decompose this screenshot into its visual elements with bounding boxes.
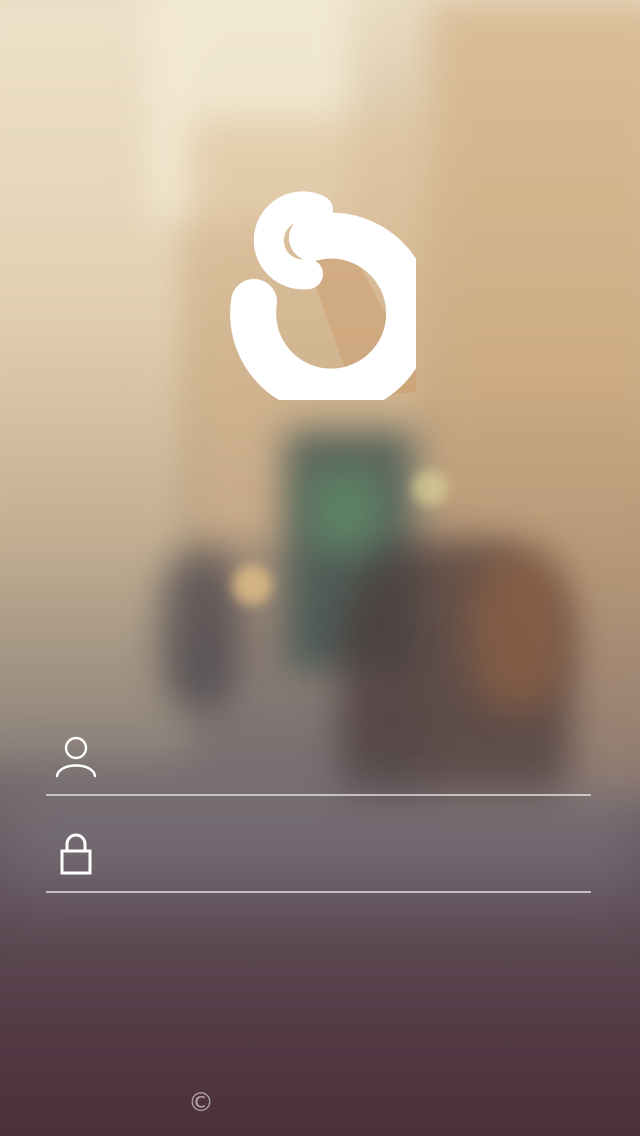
copyright-symbol: ©	[188, 1088, 214, 1118]
background-photo	[412, 470, 448, 506]
username-input[interactable]	[126, 732, 580, 782]
background-photo	[232, 565, 272, 605]
background-photo	[160, 550, 240, 710]
background-photo	[310, 470, 380, 550]
user-icon	[54, 734, 98, 778]
password-input[interactable]	[126, 829, 580, 879]
login-screen: ©	[0, 0, 640, 1136]
app-logo	[226, 190, 433, 415]
background-photo	[470, 550, 570, 710]
username-field[interactable]	[46, 718, 591, 796]
lock-icon	[54, 831, 98, 875]
password-field[interactable]	[46, 815, 591, 893]
swirl-s-logo-icon	[230, 191, 433, 415]
